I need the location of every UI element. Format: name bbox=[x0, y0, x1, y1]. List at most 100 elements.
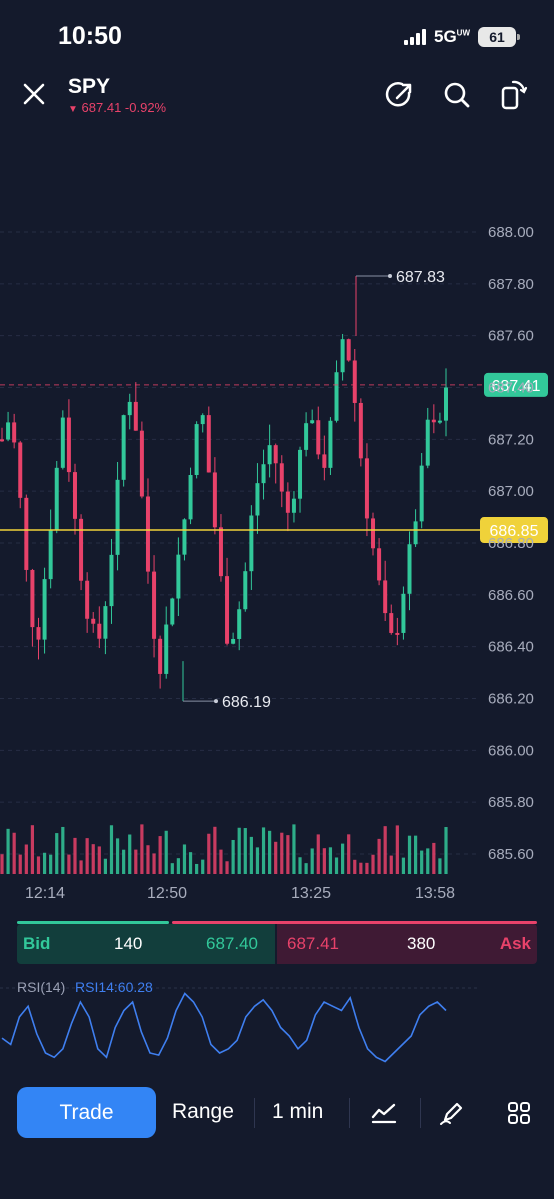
price-tick-label: 686.00 bbox=[488, 742, 534, 759]
price-chart[interactable]: 687.83686.19687.41686.85 688.00687.80687… bbox=[0, 170, 554, 910]
candle-body bbox=[334, 372, 339, 421]
interval-button[interactable]: 1 min bbox=[272, 1100, 323, 1124]
trade-button[interactable]: Trade bbox=[17, 1087, 156, 1138]
network-type: 5G bbox=[433, 27, 457, 46]
volume-bar bbox=[219, 849, 223, 874]
price-tick-label: 686.80 bbox=[488, 535, 534, 552]
volume-bar bbox=[371, 854, 375, 874]
indicators-button[interactable] bbox=[369, 1098, 399, 1128]
candle-body bbox=[115, 479, 120, 555]
grid-icon bbox=[508, 1102, 530, 1124]
header-price: 687.41 bbox=[81, 100, 122, 115]
share-button[interactable] bbox=[383, 78, 417, 112]
volume-bar bbox=[328, 847, 333, 874]
volume-bar bbox=[426, 848, 430, 874]
bid-ask-panel[interactable]: Bid 140 687.40 687.41 380 Ask bbox=[17, 921, 537, 964]
candle-body bbox=[425, 419, 430, 466]
volume-bar bbox=[268, 830, 272, 874]
close-button[interactable] bbox=[18, 78, 50, 110]
candle-body bbox=[206, 415, 211, 473]
draw-button[interactable] bbox=[437, 1098, 467, 1128]
candle-body bbox=[212, 472, 217, 528]
rotate-button[interactable] bbox=[496, 78, 530, 112]
volume-bar bbox=[158, 836, 162, 874]
price-tick-label: 685.80 bbox=[488, 794, 534, 811]
ask-box[interactable]: 687.41 380 Ask bbox=[277, 924, 537, 964]
candle-body bbox=[12, 422, 17, 443]
volume-bar bbox=[122, 849, 126, 874]
volume-bar bbox=[207, 833, 211, 874]
candle-body bbox=[6, 422, 11, 440]
volume-bar bbox=[292, 824, 296, 874]
volume-bar bbox=[432, 842, 436, 874]
bid-box[interactable]: Bid 140 687.40 bbox=[17, 924, 275, 964]
divider bbox=[420, 1098, 421, 1128]
candle-body bbox=[407, 544, 412, 594]
candle-body bbox=[377, 548, 382, 581]
candle-body bbox=[91, 618, 96, 624]
volume-bar bbox=[395, 825, 399, 874]
volume-bar bbox=[280, 832, 284, 874]
volume-bar bbox=[286, 835, 290, 874]
volume-bar bbox=[310, 848, 314, 874]
candle-body bbox=[285, 491, 290, 513]
candle-body bbox=[389, 613, 394, 633]
candle-body bbox=[444, 387, 448, 421]
candle-body bbox=[42, 579, 47, 640]
battery-icon: 61 bbox=[478, 27, 520, 47]
volume-bar bbox=[67, 854, 71, 874]
search-button[interactable] bbox=[440, 78, 474, 112]
bid-price: 687.40 bbox=[206, 934, 258, 953]
volume-bar bbox=[61, 826, 65, 874]
candle-body bbox=[364, 458, 369, 519]
ask-size: 380 bbox=[407, 934, 436, 953]
volume-bar bbox=[55, 833, 59, 874]
volume-bar bbox=[438, 858, 442, 874]
candle-body bbox=[18, 442, 23, 498]
candle-body bbox=[158, 638, 163, 674]
time-tick-label: 13:58 bbox=[415, 885, 455, 902]
candle-body bbox=[194, 424, 199, 475]
volume-bar bbox=[6, 828, 10, 874]
candle-body bbox=[328, 420, 333, 468]
candle-body bbox=[431, 419, 436, 423]
price-tick-label: 686.60 bbox=[488, 587, 534, 604]
volume-bar bbox=[255, 847, 260, 874]
volume-bar bbox=[97, 846, 101, 874]
volume-bar bbox=[341, 843, 345, 874]
candle-body bbox=[109, 554, 114, 607]
volume-bar bbox=[176, 858, 180, 874]
indicators-icon bbox=[371, 1103, 397, 1124]
bid-size: 140 bbox=[114, 934, 143, 953]
volume-bar bbox=[42, 852, 47, 874]
candle-body bbox=[139, 430, 144, 497]
volume-bar bbox=[237, 827, 241, 874]
candle-body bbox=[72, 472, 77, 519]
volume-bar bbox=[36, 856, 41, 874]
volume-bar bbox=[261, 827, 266, 874]
volume-bar bbox=[18, 854, 22, 874]
volume-bar bbox=[24, 844, 28, 874]
candle-body bbox=[121, 415, 126, 480]
volume-bar bbox=[401, 857, 406, 874]
candle-body bbox=[273, 445, 278, 464]
candle-body bbox=[419, 465, 424, 522]
volume-bar bbox=[140, 824, 144, 874]
rsi-chart[interactable]: RSI(14) RSI14:60.28 bbox=[0, 975, 554, 1075]
layout-button[interactable] bbox=[504, 1098, 534, 1128]
volume-bar bbox=[334, 857, 339, 874]
candle-body bbox=[437, 420, 442, 423]
volume-bar bbox=[79, 860, 83, 874]
candle-body bbox=[145, 496, 150, 572]
header-change: -0.92% bbox=[124, 100, 167, 115]
candle-body bbox=[200, 415, 205, 425]
candle-body bbox=[36, 627, 41, 640]
price-tick-label: 687.00 bbox=[488, 483, 534, 500]
divider bbox=[254, 1098, 255, 1128]
volume-bar bbox=[420, 850, 424, 874]
volume-bar bbox=[73, 837, 77, 874]
candle-body bbox=[261, 464, 266, 484]
range-button[interactable]: Range bbox=[172, 1100, 234, 1124]
candle-body bbox=[298, 449, 303, 499]
candle-body bbox=[413, 521, 418, 545]
